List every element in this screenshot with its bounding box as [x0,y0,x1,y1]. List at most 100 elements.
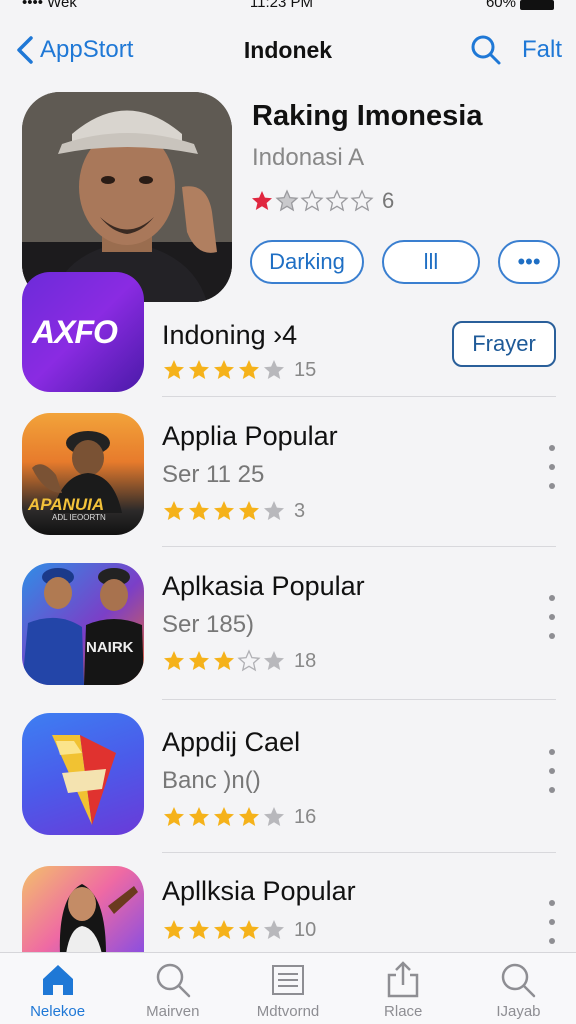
star-icon [214,651,234,670]
more-icon[interactable] [542,749,562,793]
app-subtitle: Ser 185) [162,611,255,638]
app-rating: 3 [162,499,305,523]
star-rating [162,358,286,382]
star-icon [189,651,209,670]
featured-app-subtitle: Indonasi A [252,144,365,171]
app-subtitle: Ser 11 25 [162,461,265,488]
list-item[interactable]: NAIRK Aplkasia Popular Ser 185) 18 [0,563,576,713]
star-rating [162,805,286,829]
featured-app-title: Raking Imonesia [252,100,483,132]
tab-label: Mdtvornd [256,1003,320,1020]
star-icon [214,920,234,939]
more-icon[interactable] [542,445,562,489]
tab-search[interactable]: Mairven [115,953,230,1024]
app-icon-subtext: ADL IEOORTN [52,513,106,522]
status-time: 11:23 PM [249,0,313,11]
divider [162,699,556,700]
list-item[interactable]: APANUIA ADL IEOORTN Applia Popular Ser 1… [0,413,576,563]
star-icon [189,920,209,939]
star-icon [214,360,234,379]
star-rating [162,499,286,523]
rating-count: 16 [294,805,317,828]
tab-label: Rlace [384,1003,423,1020]
star-icon [264,501,284,520]
star-icon [189,807,209,826]
featured-app-rating: 6 [250,188,394,214]
app-icon[interactable]: APANUIA ADL IEOORTN [22,413,144,535]
app-icon-art [59,884,138,954]
app-rating: 16 [162,805,316,829]
app-name: Appdij Cael [162,727,301,757]
star-icon [350,189,374,212]
star-icon [264,807,284,826]
more-options-button[interactable]: ••• [498,240,560,284]
rating-count: 3 [294,499,306,522]
app-icon[interactable] [22,713,144,835]
app-rating: 18 [162,649,316,673]
rating-count: 18 [294,649,317,672]
divider [162,852,556,853]
list-icon [272,965,304,995]
portrait-image [22,92,232,302]
star-icon [300,189,324,212]
star-icon [189,501,209,520]
star-icon [264,651,284,670]
more-icon[interactable] [542,900,562,944]
star-icon [264,360,284,379]
star-icon [189,360,209,379]
list-item[interactable]: Appdij Cael Banc )n() 16 [0,713,576,863]
tab-bar: Nelekoe Mairven Mdtvornd Rlace IJayab [0,952,576,1024]
tab-search-2[interactable]: IJayab [461,953,576,1024]
filter-button[interactable]: Falt [522,36,562,64]
featured-app[interactable]: Raking Imonesia Indonasi A 6 Darking lll… [22,92,560,302]
star-icon [252,191,272,210]
star-icon [275,189,299,212]
star-icon [164,651,184,670]
star-icon [325,189,349,212]
star-icon [214,501,234,520]
search-icon[interactable] [470,34,502,66]
navigation-bar: AppStort Indonek Falt [0,22,576,78]
rating-count: 6 [382,188,395,213]
tab-home[interactable]: Nelekoe [0,953,115,1024]
star-icon [164,807,184,826]
chevron-left-icon [17,36,33,64]
rating-count: 10 [294,918,317,941]
tab-list[interactable]: Mdtvornd [230,953,345,1024]
app-icon[interactable]: NAIRK [22,563,144,685]
divider [162,546,556,547]
tab-label: Mairven [146,1003,200,1020]
app-icon-art [22,568,144,685]
darking-button[interactable]: Darking [250,240,364,284]
app-name: Apllksia Popular [162,876,356,906]
app-icon[interactable] [22,866,144,954]
star-icon [237,649,261,672]
app-icon-art [52,735,116,825]
star-icon [164,360,184,379]
star-icon [214,807,234,826]
status-bar: •••• Wek 11:23 PM 60% [0,0,576,12]
carrier-text: •••• Wek [22,0,77,11]
battery-percent: 60% [485,0,516,11]
chart-button[interactable]: lll [382,240,480,284]
star-icon [264,920,284,939]
app-icon[interactable]: AXFO [22,272,144,392]
featured-actions: Darking lll ••• [250,240,560,284]
back-button[interactable]: AppStort [14,35,133,65]
star-rating [250,189,374,213]
home-icon [42,965,73,995]
tab-share[interactable]: Rlace [346,953,461,1024]
featured-app-artwork[interactable] [22,92,232,302]
star-icon [239,807,259,826]
divider [162,396,556,397]
star-rating [162,649,286,673]
search-icon [502,963,536,998]
app-icon-text: AXFO [32,314,118,350]
tab-label: IJayab [496,1003,541,1020]
app-icon-text: NAIRK [86,639,134,656]
star-icon [164,501,184,520]
battery-icon [520,0,554,10]
more-icon[interactable] [542,595,562,639]
app-action-button[interactable]: Frayer [452,321,556,367]
app-subtitle: Banc )n() [162,767,261,794]
